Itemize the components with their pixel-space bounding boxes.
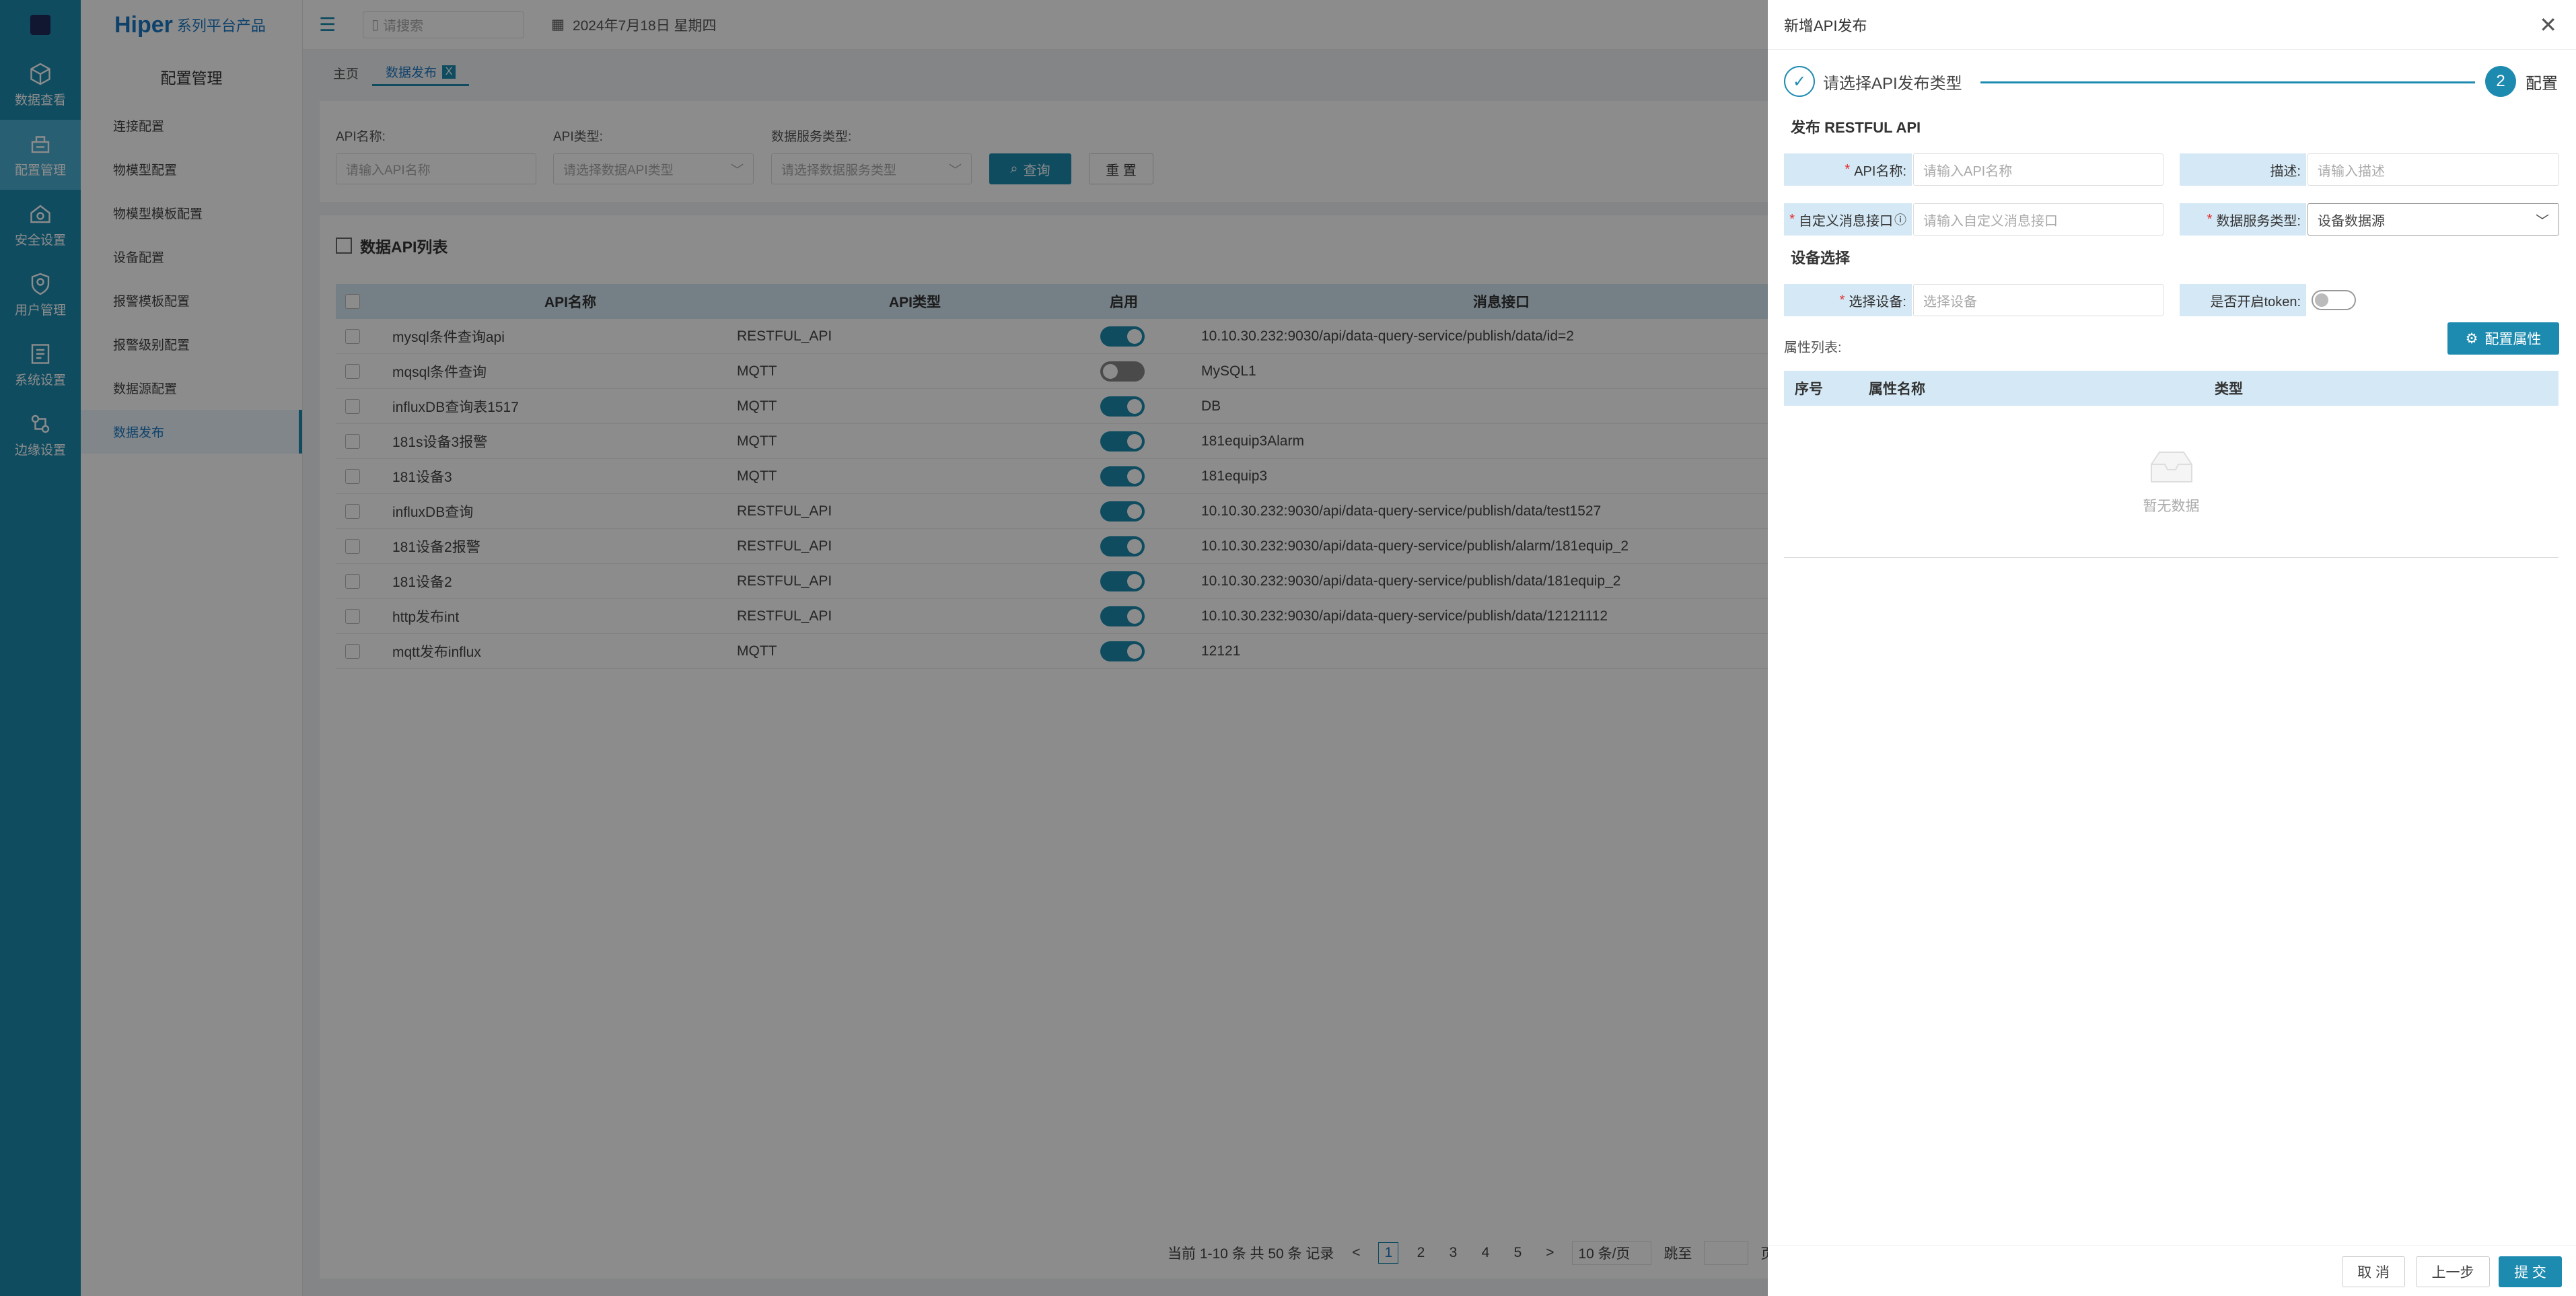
chevron-down-icon: ﹀ (2536, 213, 2549, 229)
step-2-number: 2 (2485, 66, 2516, 97)
stepper: ✓ 请选择API发布类型 2 配置 (1784, 66, 2558, 100)
submit-button[interactable]: 提 交 (2499, 1256, 2562, 1287)
cancel-button[interactable]: 取 消 (2342, 1256, 2405, 1287)
custom-endpoint-placeholder: 请输入自定义消息接口 (1923, 213, 2058, 229)
step-1[interactable]: ✓ 请选择API发布类型 (1784, 66, 1962, 97)
required-mark: * (1845, 161, 1851, 177)
section-device: 设备选择 (1791, 250, 1851, 266)
service-type-label-text: 数据服务类型: (2216, 213, 2301, 229)
required-mark: * (2207, 211, 2213, 227)
gear-icon: ⚙ (2465, 330, 2478, 347)
app-root: 数据查看 配置管理 安全设置 用户管理 系统设置 边缘设置 Hiper 系列平台… (0, 0, 2576, 1296)
desc-label-text: 描述: (2270, 164, 2301, 179)
desc-field-label: 描述: (2180, 153, 2306, 186)
api-name-field-placeholder: 请输入API名称 (1923, 164, 2013, 179)
drawer-header: 新增API发布 ✕ (1768, 0, 2576, 50)
new-api-drawer: 新增API发布 ✕ ✓ 请选择API发布类型 2 配置 发布 RESTFUL A… (1768, 0, 2576, 1296)
step-connector (1980, 81, 2475, 83)
step-2: 2 配置 (2485, 66, 2558, 97)
token-toggle[interactable] (2312, 290, 2356, 310)
empty-text: 暂无数据 (2143, 498, 2200, 514)
api-name-field-label: * API名称: (1784, 153, 1912, 186)
config-props-button[interactable]: ⚙ 配置属性 (2447, 322, 2559, 355)
col-index: 序号 (1795, 382, 1823, 397)
config-props-label: 配置属性 (2484, 332, 2542, 347)
check-icon: ✓ (1784, 66, 1815, 97)
help-icon[interactable]: ⓘ (1894, 211, 1906, 228)
col-prop-name: 属性名称 (1869, 382, 1925, 397)
close-icon[interactable]: ✕ (2539, 12, 2557, 38)
props-table-header: 序号 属性名称 类型 (1784, 371, 2559, 406)
custom-endpoint-field[interactable]: 请输入自定义消息接口 (1913, 203, 2163, 236)
prev-step-button[interactable]: 上一步 (2416, 1256, 2490, 1287)
device-placeholder: 选择设备 (1923, 294, 1977, 310)
col-prop-type: 类型 (2215, 382, 2243, 397)
service-type-field[interactable]: 设备数据源 ﹀ (2307, 203, 2559, 236)
required-mark: * (1789, 211, 1795, 227)
device-field-label: * 选择设备: (1784, 284, 1912, 316)
service-type-field-label: * 数据服务类型: (2180, 203, 2306, 236)
api-name-label-text: API名称: (1854, 164, 1906, 179)
drawer-title: 新增API发布 (1784, 17, 1867, 34)
device-label-text: 选择设备: (1849, 294, 1906, 310)
section-restful: 发布 RESTFUL API (1791, 119, 1921, 136)
step-2-label: 配置 (2526, 74, 2558, 93)
empty-inbox-icon (2150, 451, 2192, 482)
desc-field-placeholder: 请输入描述 (2318, 164, 2385, 179)
step-1-label: 请选择API发布类型 (1823, 74, 1962, 93)
custom-endpoint-label-text: 自定义消息接口 (1799, 213, 1893, 229)
token-label-text: 是否开启token: (2210, 294, 2301, 310)
props-list-label: 属性列表: (1784, 340, 1842, 355)
api-name-field[interactable]: 请输入API名称 (1913, 153, 2163, 186)
desc-field[interactable]: 请输入描述 (2307, 153, 2559, 186)
drawer-footer: 取 消 上一步 提 交 (1768, 1245, 2576, 1296)
required-mark: * (1839, 292, 1845, 308)
service-type-value: 设备数据源 (2318, 213, 2385, 229)
token-field-label: 是否开启token: (2180, 284, 2306, 316)
props-empty-state: 暂无数据 (1784, 406, 2559, 558)
custom-endpoint-label: * 自定义消息接口 ⓘ (1784, 203, 1912, 236)
device-select[interactable]: 选择设备 (1913, 284, 2163, 316)
